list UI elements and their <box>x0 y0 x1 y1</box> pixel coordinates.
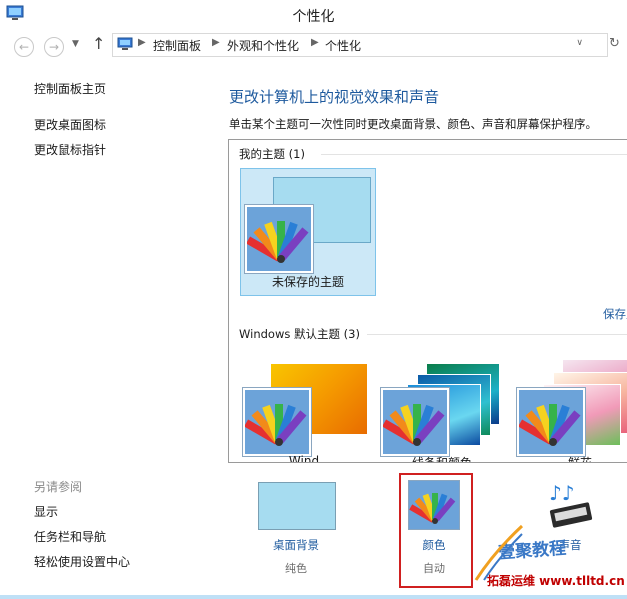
breadcrumb-control-panel[interactable]: 控制面板 <box>153 37 201 54</box>
desktop-background-link[interactable]: 桌面背景 <box>256 537 336 553</box>
back-arrow-icon: ← <box>18 40 30 54</box>
color-fan-icon <box>517 388 585 456</box>
color-fan-icon <box>381 388 449 456</box>
chevron-down-icon: ∨ <box>576 38 583 48</box>
theme-unsaved[interactable]: 未保存的主题 <box>240 168 376 296</box>
refresh-button[interactable]: ↻ <box>609 36 620 51</box>
sidebar-link-home[interactable]: 控制面板主页 <box>34 80 106 97</box>
breadcrumb-personalization[interactable]: 个性化 <box>325 37 361 54</box>
divider <box>321 154 627 155</box>
see-also-ease-of-access[interactable]: 轻松使用设置中心 <box>34 553 130 570</box>
my-themes-header: 我的主题 (1) <box>239 147 305 161</box>
page-description: 单击某个主题可一次性同时更改桌面背景、颜色、声音和屏幕保护程序。 <box>229 117 597 131</box>
theme-name: 未保存的主题 <box>271 275 344 289</box>
chevron-down-icon: ▼ <box>72 39 79 49</box>
sidebar-link-mouse-pointer[interactable]: 更改鼠标指针 <box>34 141 106 158</box>
theme-flowers[interactable]: 鲜花 <box>515 358 627 462</box>
breadcrumb-appearance[interactable]: 外观和个性化 <box>227 37 299 54</box>
color-setting-button[interactable] <box>408 480 460 530</box>
theme-lines-and-colors[interactable]: 线条和颜色 <box>379 358 505 462</box>
sound-icon[interactable]: ♪♪ <box>545 480 601 530</box>
address-dropdown[interactable]: ∨ <box>576 38 583 48</box>
title-bar: 个性化 <box>0 0 627 31</box>
theme-name: Wind <box>288 454 320 463</box>
color-link[interactable]: 颜色 <box>394 537 474 553</box>
color-fan-icon <box>243 388 311 456</box>
color-fan-icon <box>409 493 456 524</box>
theme-name: 鲜花 <box>567 456 592 463</box>
back-button[interactable]: ← <box>14 37 34 57</box>
breadcrumb-separator: ▶ <box>138 37 146 48</box>
control-panel-icon <box>117 37 133 50</box>
color-value: 自动 <box>423 562 445 575</box>
desktop-background-swatch[interactable] <box>258 482 336 530</box>
theme-windows[interactable]: Wind <box>241 358 367 462</box>
forward-arrow-icon: → <box>48 40 60 54</box>
theme-name: 线条和颜色 <box>411 456 472 463</box>
color-fan-icon <box>245 205 313 273</box>
address-bar[interactable]: ▶ 控制面板 ▶ 外观和个性化 ▶ 个性化 ∨ <box>112 33 608 57</box>
up-button[interactable]: ↑ <box>92 34 105 53</box>
theme-list[interactable]: 我的主题 (1) 未保存的主题 保存主题 Windows 默认主题 (3) <box>228 139 627 463</box>
sidebar-link-desktop-icons[interactable]: 更改桌面图标 <box>34 116 106 133</box>
breadcrumb-separator: ▶ <box>212 37 220 48</box>
status-bar <box>0 595 627 599</box>
up-arrow-icon: ↑ <box>92 34 106 53</box>
window-title: 个性化 <box>292 9 335 25</box>
default-themes-header: Windows 默认主题 (3) <box>239 327 360 341</box>
divider <box>367 334 627 335</box>
see-also-taskbar[interactable]: 任务栏和导航 <box>34 528 106 545</box>
breadcrumb-separator: ▶ <box>311 37 319 48</box>
save-theme-link[interactable]: 保存主题 <box>603 306 627 322</box>
page-title: 更改计算机上的视觉效果和声音 <box>229 88 440 106</box>
svg-text:♪♪: ♪♪ <box>549 481 575 505</box>
refresh-icon: ↻ <box>609 36 620 51</box>
see-also-display[interactable]: 显示 <box>34 503 58 520</box>
recent-locations-button[interactable]: ▼ <box>72 39 79 49</box>
desktop-background-value: 纯色 <box>285 562 307 575</box>
watermark-swoosh <box>474 524 524 581</box>
see-also-heading: 另请参阅 <box>34 480 83 494</box>
forward-button[interactable]: → <box>44 37 64 57</box>
